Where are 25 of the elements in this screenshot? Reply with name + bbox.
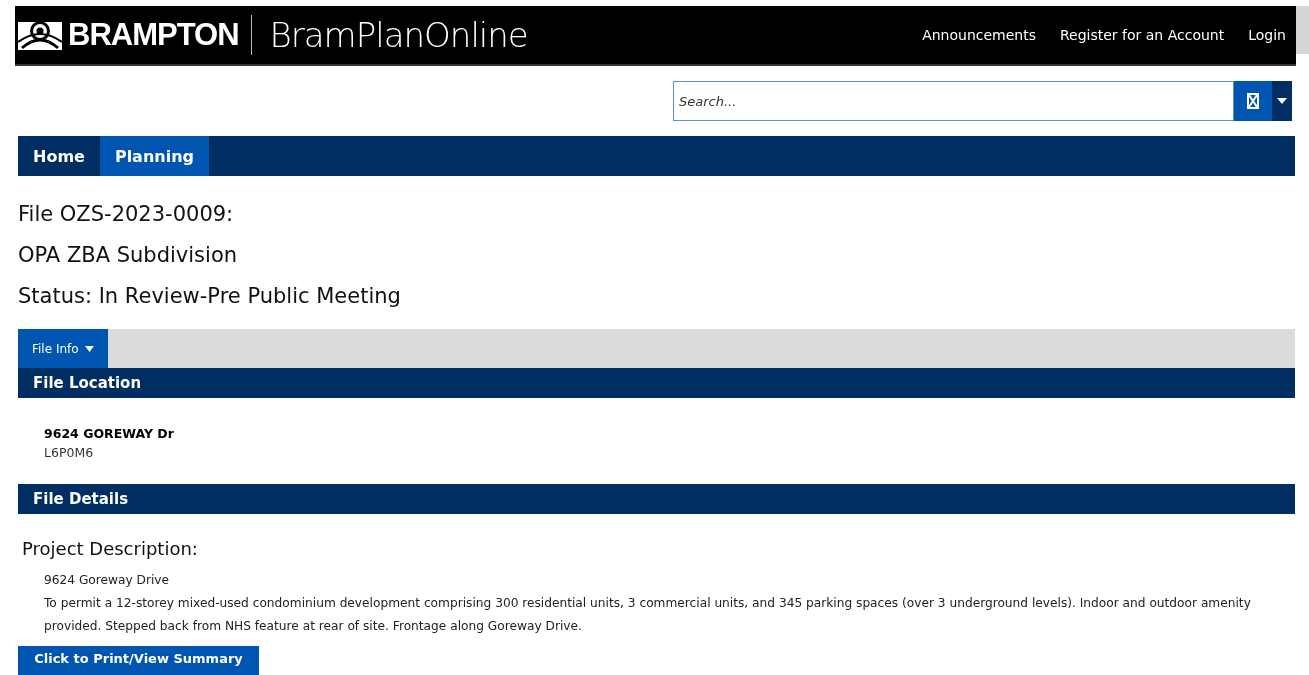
page-title: File OZS-2023-0009: [18,202,235,227]
dropdown-button[interactable] [1272,81,1292,121]
section-header: File Details [18,484,1295,514]
section-header: File Location [18,368,1295,398]
header-link[interactable]: Announcements [922,27,1036,43]
product-name: BramPlanOnline [269,15,528,55]
clear-button[interactable] [1234,81,1272,121]
close-icon [1247,93,1259,109]
description-text: To permit a 12-storey mixed-used condominium development comprising 300 residential units, 3 commercial units, and 345 parking spaces (over 3 underground levels). Indoor and outdoor amenity provided. Stepped back from NHS feature at rear of site. Frontage along Goreway Drive. [44,595,1252,635]
header-link[interactable]: Register for an Account [1060,27,1225,43]
header-link[interactable]: Login [1248,27,1286,43]
page-title: OPA ZBA Subdivision [18,243,239,268]
caret-icon [84,345,94,352]
nav-tab[interactable]: Home [18,136,100,176]
brand-name: BRAMPTON [68,17,239,53]
postal-code: L6P0M6 [44,445,95,460]
nav-tab[interactable]: Planning [99,136,210,176]
description-text: 9624 Goreway Drive [44,572,171,589]
file-info-tab[interactable]: File Info [18,329,108,368]
description-heading: Project Description: [22,538,199,559]
print-summary-button[interactable]: Click to Print/View Summary [18,646,259,675]
address: 9624 GOREWAY Dr [44,426,175,441]
search-field[interactable]: Search... [673,81,1234,121]
page-title: Status: In Review-Pre Public Meeting [18,284,402,309]
caret-icon [1277,98,1287,104]
